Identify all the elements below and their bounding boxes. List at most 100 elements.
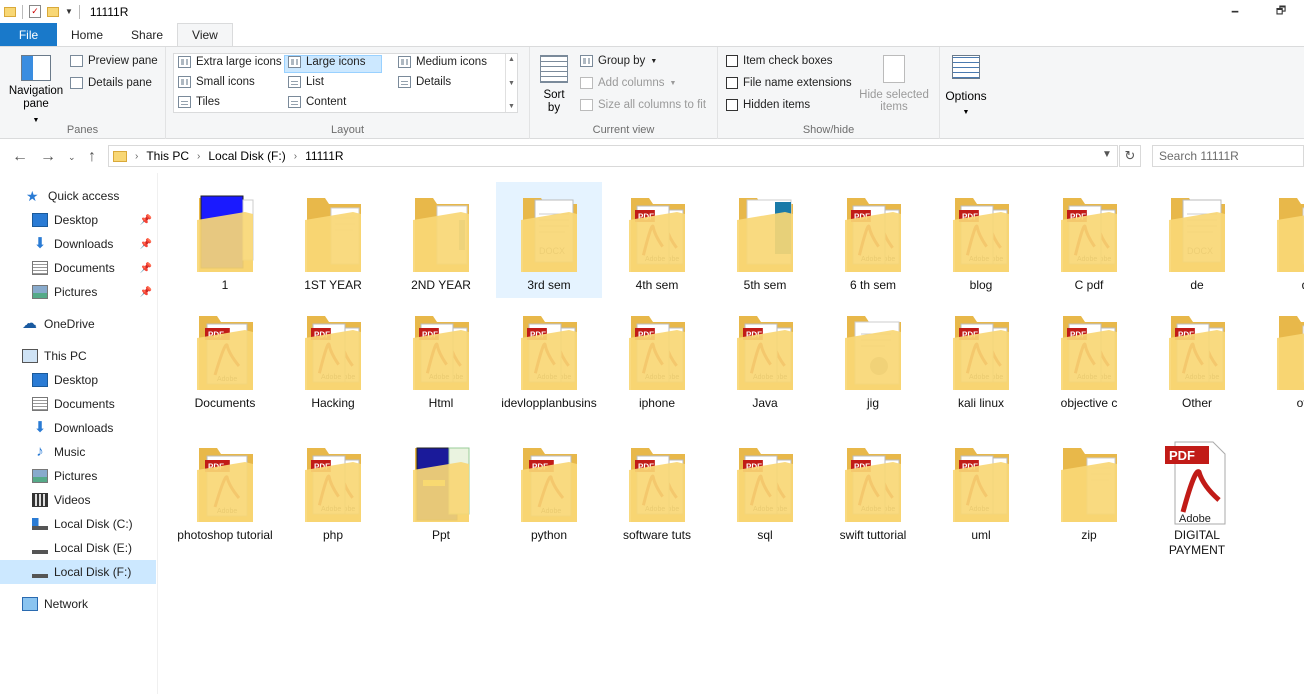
sidebar-item-local-disk-e[interactable]: Local Disk (E:): [0, 536, 156, 560]
layout-details[interactable]: Details: [398, 76, 451, 88]
file-item[interactable]: DOCX 3rd sem: [496, 182, 602, 298]
layout-gallery-scroll[interactable]: ▲ ▼ ▼: [505, 54, 517, 112]
file-item[interactable]: PDF Adobe photoshop tutorial: [172, 432, 278, 548]
address-input[interactable]: › This PC › Local Disk (F:) › 11111R: [108, 145, 1118, 167]
file-name-extensions-toggle[interactable]: File name extensions: [726, 77, 852, 89]
forward-arrow-icon[interactable]: →: [40, 148, 56, 166]
file-item[interactable]: PDF Adobe Documents: [172, 300, 278, 416]
file-item[interactable]: PDF Adobe PDF Adobe sql: [712, 432, 818, 548]
properties-icon[interactable]: ✓: [29, 5, 41, 18]
sidebar-item-pictures[interactable]: Pictures 📌: [0, 280, 156, 304]
file-item[interactable]: PDF Adobe DIGITAL PAYMENT: [1144, 432, 1250, 557]
sidebar-item-pc-pictures[interactable]: Pictures: [0, 464, 156, 488]
file-item[interactable]: DOCX de: [1144, 182, 1250, 298]
file-item[interactable]: PDF Adobe PDF Adobe kali linux: [928, 300, 1034, 416]
file-item[interactable]: PDF Adobe PDF Adobe 6 th sem: [820, 182, 926, 298]
refresh-icon[interactable]: ↻: [1119, 145, 1141, 167]
sidebar-item-pc-desktop[interactable]: Desktop: [0, 368, 156, 392]
sidebar-item-documents[interactable]: Documents 📌: [0, 256, 156, 280]
sidebar-item-local-disk-f[interactable]: Local Disk (F:): [0, 560, 156, 584]
chevron-up-icon[interactable]: ▲: [508, 56, 515, 63]
sidebar-item-this-pc[interactable]: This PC: [0, 344, 156, 368]
file-item[interactable]: PDF Adobe PDF Adobe iphone: [604, 300, 710, 416]
details-pane-button[interactable]: Details pane: [70, 77, 152, 89]
pin-icon[interactable]: 📌: [140, 263, 152, 274]
sidebar-item-pc-documents[interactable]: Documents: [0, 392, 156, 416]
minimize-button[interactable]: 🗕: [1212, 0, 1258, 23]
more-icon[interactable]: ▼: [508, 103, 515, 110]
breadcrumb-local-disk-f[interactable]: Local Disk (F:): [208, 149, 285, 163]
recent-locations-icon[interactable]: ⌄: [68, 152, 76, 163]
add-columns-button[interactable]: Add columns ▼: [580, 77, 676, 89]
chevron-down-icon[interactable]: ▼: [1102, 149, 1112, 160]
file-item[interactable]: Ppt: [388, 432, 494, 548]
back-arrow-icon[interactable]: ←: [12, 148, 28, 166]
file-item[interactable]: oth: [1252, 300, 1304, 416]
preview-pane-button[interactable]: Preview pane: [70, 55, 158, 67]
maximize-button[interactable]: 🗗: [1258, 0, 1304, 23]
sidebar-item-onedrive[interactable]: ☁ OneDrive: [0, 312, 156, 336]
file-item[interactable]: 1: [172, 182, 278, 298]
file-item[interactable]: PDF Adobe PDF Adobe Java: [712, 300, 818, 416]
sidebar-item-videos[interactable]: Videos: [0, 488, 156, 512]
tab-share[interactable]: Share: [117, 23, 177, 46]
file-item[interactable]: PDF Adobe PDF Adobe C pdf: [1036, 182, 1142, 298]
file-item[interactable]: PDF Adobe PDF Adobe Html: [388, 300, 494, 416]
file-item[interactable]: PDF Adobe PDF Adobe php: [280, 432, 386, 548]
file-item[interactable]: PDF Adobe uml: [928, 432, 1034, 548]
tab-view[interactable]: View: [177, 23, 233, 46]
sort-by-button[interactable]: Sort by: [538, 55, 570, 115]
file-item[interactable]: zip: [1036, 432, 1142, 548]
chevron-right-icon[interactable]: ›: [197, 151, 200, 162]
customize-toolbar-icon[interactable]: ▼: [65, 7, 73, 16]
tab-file[interactable]: File: [0, 23, 57, 46]
hidden-items-checkbox[interactable]: [726, 99, 738, 111]
file-item[interactable]: PDF Adobe PDF Adobe blog: [928, 182, 1034, 298]
group-by-button[interactable]: Group by ▼: [580, 55, 657, 67]
sidebar-item-desktop[interactable]: Desktop 📌: [0, 208, 156, 232]
item-check-boxes-toggle[interactable]: Item check boxes: [726, 55, 832, 67]
hidden-items-toggle[interactable]: Hidden items: [726, 99, 810, 111]
navigation-pane-button[interactable]: Navigation pane ▼: [6, 55, 66, 125]
file-item[interactable]: PDF Adobe PDF Adobe Hacking: [280, 300, 386, 416]
sidebar-item-local-disk-c[interactable]: Local Disk (C:): [0, 512, 156, 536]
layout-small-icons[interactable]: Small icons: [178, 76, 255, 88]
sidebar-item-quick-access[interactable]: ★ Quick access: [0, 184, 156, 208]
layout-content[interactable]: Content: [288, 96, 346, 108]
new-folder-icon[interactable]: [47, 6, 59, 17]
file-item[interactable]: PDF Adobe PDF Adobe software tuts: [604, 432, 710, 548]
layout-extra-large-icons[interactable]: Extra large icons: [178, 56, 282, 68]
layout-list[interactable]: List: [288, 76, 324, 88]
layout-medium-icons[interactable]: Medium icons: [398, 56, 487, 68]
sidebar-item-downloads[interactable]: ⬇ Downloads 📌: [0, 232, 156, 256]
chevron-right-icon[interactable]: ›: [135, 151, 138, 162]
size-columns-button[interactable]: Size all columns to fit: [580, 99, 706, 111]
file-item[interactable]: 1ST YEAR: [280, 182, 386, 298]
hide-selected-items-button[interactable]: Hide selected items: [856, 55, 932, 113]
breadcrumb-this-pc[interactable]: This PC: [146, 149, 189, 163]
file-item[interactable]: PDF Adobe PDF Adobe 4th sem: [604, 182, 710, 298]
pin-icon[interactable]: 📌: [140, 215, 152, 226]
sidebar-item-network[interactable]: Network: [0, 592, 156, 616]
file-name-extensions-checkbox[interactable]: [726, 77, 738, 89]
file-item[interactable]: PDF Adobe PDF Adobe idevlopplanbusins: [496, 300, 602, 416]
layout-large-icons[interactable]: Large icons: [288, 56, 365, 68]
file-item[interactable]: jig: [820, 300, 926, 416]
up-arrow-icon[interactable]: ↑: [88, 148, 96, 166]
sidebar-item-pc-downloads[interactable]: ⬇ Downloads: [0, 416, 156, 440]
file-item[interactable]: PDF Adobe python: [496, 432, 602, 548]
file-item[interactable]: 2ND YEAR: [388, 182, 494, 298]
tab-home[interactable]: Home: [57, 23, 117, 46]
item-check-boxes-checkbox[interactable]: [726, 55, 738, 67]
file-item[interactable]: PDF Adobe PDF Adobe Other: [1144, 300, 1250, 416]
sidebar-item-music[interactable]: ♪ Music: [0, 440, 156, 464]
pin-icon[interactable]: 📌: [140, 287, 152, 298]
layout-tiles[interactable]: Tiles: [178, 96, 220, 108]
chevron-right-icon[interactable]: ›: [294, 151, 297, 162]
file-item[interactable]: PDF Adobe PDF Adobe swift tuttorial: [820, 432, 926, 548]
file-item[interactable]: d: [1252, 182, 1304, 298]
pin-icon[interactable]: 📌: [140, 239, 152, 250]
breadcrumb-current-folder[interactable]: 11111R: [305, 149, 343, 163]
chevron-down-icon[interactable]: ▼: [508, 80, 515, 87]
file-item[interactable]: 5th sem: [712, 182, 818, 298]
